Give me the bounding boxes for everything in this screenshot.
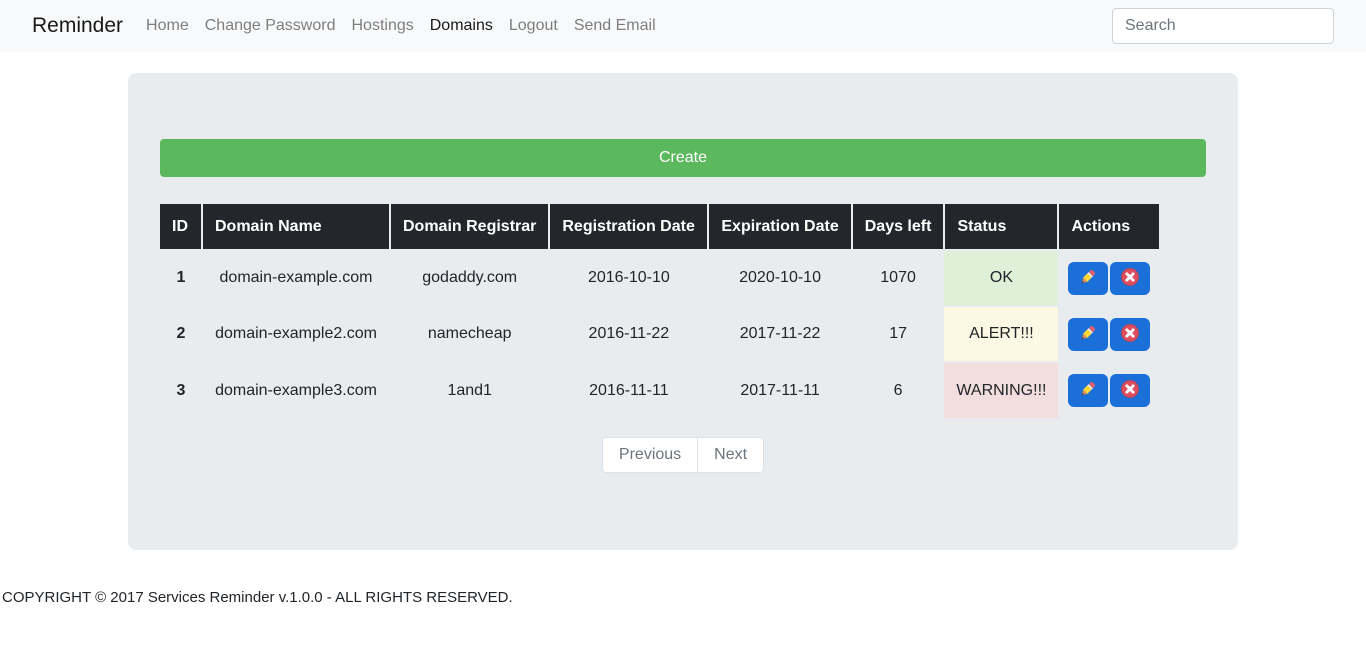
cell-days-left: 17 <box>852 306 945 362</box>
cell-registrar: namecheap <box>390 306 549 362</box>
edit-button[interactable] <box>1068 318 1108 351</box>
pencil-edit-icon <box>1078 323 1098 346</box>
cell-registration-date: 2016-11-22 <box>549 306 708 362</box>
search-input[interactable] <box>1112 8 1334 44</box>
copyright-footer: COPYRIGHT © 2017 Services Reminder v.1.0… <box>0 589 1366 606</box>
edit-button[interactable] <box>1068 374 1108 407</box>
cell-id: 1 <box>160 250 202 306</box>
next-page-button[interactable]: Next <box>697 437 764 473</box>
header-actions: Actions <box>1058 204 1159 250</box>
header-domain-name: Domain Name <box>202 204 390 250</box>
header-domain-registrar: Domain Registrar <box>390 204 549 250</box>
domains-card: Create ID Domain Name Domain Registrar R… <box>128 73 1238 550</box>
x-circle-delete-icon <box>1120 323 1140 346</box>
cell-expiration-date: 2017-11-22 <box>708 306 851 362</box>
create-button[interactable]: Create <box>160 139 1206 177</box>
pagination: Previous Next <box>160 437 1206 473</box>
cell-domain-name: domain-example2.com <box>202 306 390 362</box>
cell-days-left: 6 <box>852 362 945 418</box>
table-header-row: ID Domain Name Domain Registrar Registra… <box>160 204 1159 250</box>
nav-item-domains[interactable]: Domains <box>430 17 493 35</box>
cell-domain-name: domain-example3.com <box>202 362 390 418</box>
cell-registration-date: 2016-11-11 <box>549 362 708 418</box>
nav-item-send-email[interactable]: Send Email <box>574 17 656 35</box>
status-badge: WARNING!!! <box>944 362 1058 418</box>
cell-id: 2 <box>160 306 202 362</box>
header-id: ID <box>160 204 202 250</box>
pencil-edit-icon <box>1078 379 1098 402</box>
cell-actions <box>1058 250 1159 306</box>
delete-button[interactable] <box>1110 318 1150 351</box>
nav-item-home[interactable]: Home <box>146 17 189 35</box>
status-badge: ALERT!!! <box>944 306 1058 362</box>
header-registration-date: Registration Date <box>549 204 708 250</box>
nav-links: Home Change Password Hostings Domains Lo… <box>146 17 656 35</box>
nav-item-hostings[interactable]: Hostings <box>351 17 413 35</box>
delete-button[interactable] <box>1110 374 1150 407</box>
x-circle-delete-icon <box>1120 379 1140 402</box>
domains-table: ID Domain Name Domain Registrar Registra… <box>160 204 1159 418</box>
header-status: Status <box>944 204 1058 250</box>
table-row: 3 domain-example3.com 1and1 2016-11-11 2… <box>160 362 1159 418</box>
delete-button[interactable] <box>1110 262 1150 295</box>
table-row: 1 domain-example.com godaddy.com 2016-10… <box>160 250 1159 306</box>
cell-actions <box>1058 306 1159 362</box>
x-circle-delete-icon <box>1120 267 1140 290</box>
cell-domain-name: domain-example.com <box>202 250 390 306</box>
cell-registrar: godaddy.com <box>390 250 549 306</box>
nav-item-change-password[interactable]: Change Password <box>205 17 336 35</box>
cell-days-left: 1070 <box>852 250 945 306</box>
cell-expiration-date: 2020-10-10 <box>708 250 851 306</box>
table-row: 2 domain-example2.com namecheap 2016-11-… <box>160 306 1159 362</box>
status-badge: OK <box>944 250 1058 306</box>
cell-actions <box>1058 362 1159 418</box>
brand-reminder[interactable]: Reminder <box>32 14 123 38</box>
edit-button[interactable] <box>1068 262 1108 295</box>
pencil-edit-icon <box>1078 267 1098 290</box>
nav-item-logout[interactable]: Logout <box>509 17 558 35</box>
cell-registrar: 1and1 <box>390 362 549 418</box>
cell-id: 3 <box>160 362 202 418</box>
previous-page-button[interactable]: Previous <box>602 437 698 473</box>
top-navbar: Reminder Home Change Password Hostings D… <box>0 0 1366 52</box>
cell-registration-date: 2016-10-10 <box>549 250 708 306</box>
cell-expiration-date: 2017-11-11 <box>708 362 851 418</box>
header-expiration-date: Expiration Date <box>708 204 851 250</box>
header-days-left: Days left <box>852 204 945 250</box>
